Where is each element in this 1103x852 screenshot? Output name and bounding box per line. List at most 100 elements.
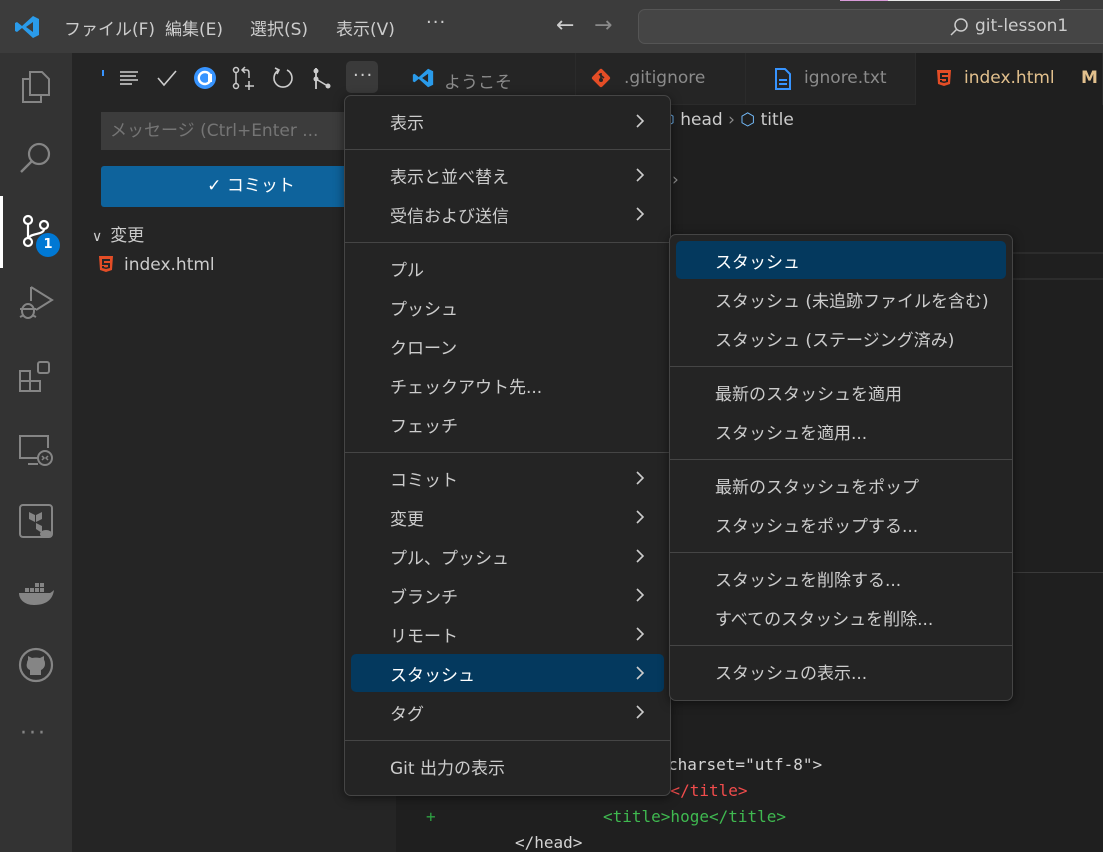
html5-icon	[99, 256, 113, 272]
chevron-right-icon	[636, 588, 645, 602]
menu-item[interactable]: スタッシュを適用...	[676, 412, 1006, 450]
tab-index-html[interactable]: index.html M	[916, 53, 1103, 105]
menu-item-label: スタッシュを削除する...	[715, 571, 902, 591]
chevron-right-icon	[636, 114, 645, 128]
search-icon[interactable]	[16, 138, 56, 178]
run-debug-icon[interactable]	[16, 283, 56, 323]
arrow-right-icon[interactable]: →	[594, 13, 612, 38]
extensions-icon[interactable]	[16, 357, 56, 397]
more-views-icon[interactable]: ···	[20, 721, 47, 746]
menu-item-label: すべてのスタッシュを削除...	[715, 610, 934, 630]
line-highlight	[1012, 278, 1103, 280]
menu-item[interactable]: すべてのスタッシュを削除...	[676, 598, 1006, 636]
workspace-name: git-lesson1	[975, 16, 1069, 36]
menu-separator	[670, 365, 1012, 367]
menu-item-label: スタッシュ	[715, 253, 800, 273]
menu-separator	[345, 241, 670, 243]
menu-item[interactable]: ブランチ	[351, 576, 664, 614]
menu-item[interactable]: フェッチ	[351, 405, 664, 443]
menu-item[interactable]: 最新のスタッシュをポップ	[676, 466, 1006, 504]
menu-item[interactable]: タグ	[351, 693, 664, 731]
activity-bar: 1 ···	[0, 53, 72, 852]
menu-item-label: タグ	[390, 705, 424, 725]
menu-item[interactable]: プル、プッシュ	[351, 537, 664, 575]
menu-item[interactable]: プル	[351, 249, 664, 287]
more-actions-icon: ···	[353, 65, 374, 86]
title-strip	[840, 0, 1060, 1]
sync-icon[interactable]	[192, 65, 218, 91]
html5-icon	[937, 70, 951, 86]
search-icon	[950, 18, 968, 36]
changes-label: 変更	[110, 226, 145, 246]
chevron-right-icon	[636, 471, 645, 485]
vscode-logo-icon	[15, 16, 39, 38]
stash-submenu: スタッシュスタッシュ (未追跡ファイルを含む) スタッシュ (ステージング済み) 最…	[669, 234, 1013, 701]
menu-item-label: Git 出力の表示	[390, 759, 505, 779]
more-menu-icon[interactable]: ···	[426, 12, 446, 33]
command-center-search[interactable]: git-lesson1	[638, 9, 1103, 44]
menu-item[interactable]: スタッシュの表示...	[676, 652, 1006, 690]
menu-item[interactable]: クローン	[351, 327, 664, 365]
element-icon: ⬡	[740, 110, 756, 130]
menu-item[interactable]: スタッシュ	[351, 654, 664, 692]
breadcrumb: ⬡ head › ⬡ title	[660, 110, 794, 130]
menu-item-label: プッシュ	[390, 300, 458, 320]
menu-item[interactable]: 変更	[351, 498, 664, 536]
breadcrumb-separator: ›	[728, 110, 735, 130]
code-line-added: <title>hoge</title>	[603, 807, 787, 826]
diff-divider	[1012, 572, 1103, 573]
menu-item[interactable]: チェックアウト先...	[351, 366, 664, 404]
menu-item-label: チェックアウト先...	[390, 378, 543, 398]
menu-item[interactable]: Git 出力の表示	[351, 747, 664, 785]
view-as-tree-icon[interactable]	[116, 65, 142, 91]
remote-explorer-icon[interactable]	[16, 430, 56, 470]
menu-edit[interactable]: 編集(E)	[165, 15, 223, 40]
arrow-left-icon[interactable]: ←	[556, 13, 574, 38]
menu-item-label: スタッシュ	[390, 666, 475, 686]
menu-item-label: 最新のスタッシュを適用	[715, 385, 902, 405]
menu-item[interactable]: リモート	[351, 615, 664, 653]
menu-file[interactable]: ファイル(F)	[64, 15, 155, 40]
commit-check-icon[interactable]	[154, 65, 180, 91]
vscode-icon	[412, 68, 434, 88]
menu-separator	[670, 458, 1012, 460]
changed-file-item[interactable]: index.html	[98, 255, 215, 275]
menu-item-label: 変更	[390, 510, 424, 530]
menu-selection[interactable]: 選択(S)	[250, 15, 308, 40]
menu-item-label: フェッチ	[390, 417, 458, 437]
menu-item-label: スタッシュを適用...	[715, 424, 868, 444]
focus-marker	[102, 70, 104, 76]
files-icon[interactable]	[16, 67, 56, 107]
pull-request-icon[interactable]	[230, 65, 256, 91]
menu-item[interactable]: スタッシュ (ステージング済み)	[676, 319, 1006, 357]
changes-group-header[interactable]: ∨ 変更	[92, 221, 144, 246]
menu-item[interactable]: 最新のスタッシュを適用	[676, 373, 1006, 411]
menu-item[interactable]: 受信および送信	[351, 195, 664, 233]
terraform-icon[interactable]	[16, 501, 56, 541]
docker-icon[interactable]	[16, 573, 56, 613]
refresh-icon[interactable]	[270, 65, 296, 91]
menu-item[interactable]: スタッシュをポップする...	[676, 505, 1006, 543]
menu-item[interactable]: プッシュ	[351, 288, 664, 326]
github-icon[interactable]	[16, 645, 56, 685]
tab-ignore-txt[interactable]: ignore.txt	[746, 53, 916, 105]
menu-item[interactable]: 表示	[351, 102, 664, 140]
title-bar: ファイル(F) 編集(E) 選択(S) 表示(V) ··· ← → git-le…	[0, 0, 1103, 53]
menu-separator	[670, 551, 1012, 553]
chevron-right-icon	[636, 666, 645, 680]
code-line: </head>	[515, 833, 583, 852]
menu-item[interactable]: コミット	[351, 459, 664, 497]
menu-item[interactable]: スタッシュ (未追跡ファイルを含む)	[676, 280, 1006, 318]
chevron-right-icon	[636, 705, 645, 719]
menu-item-label: 最新のスタッシュをポップ	[715, 478, 919, 498]
menu-item[interactable]: 表示と並べ替え	[351, 156, 664, 194]
breadcrumb-title[interactable]: title	[761, 110, 794, 130]
graph-icon[interactable]	[308, 65, 334, 91]
menu-item[interactable]: スタッシュを削除する...	[676, 559, 1006, 597]
menu-item[interactable]: スタッシュ	[676, 241, 1006, 279]
menu-view[interactable]: 表示(V)	[336, 15, 395, 40]
menu-item-label: スタッシュ (未追跡ファイルを含む)	[715, 292, 989, 312]
more-actions-button[interactable]: ···	[346, 61, 378, 93]
chevron-down-icon: ∨	[92, 229, 103, 245]
breadcrumb-head[interactable]: head	[680, 110, 722, 130]
